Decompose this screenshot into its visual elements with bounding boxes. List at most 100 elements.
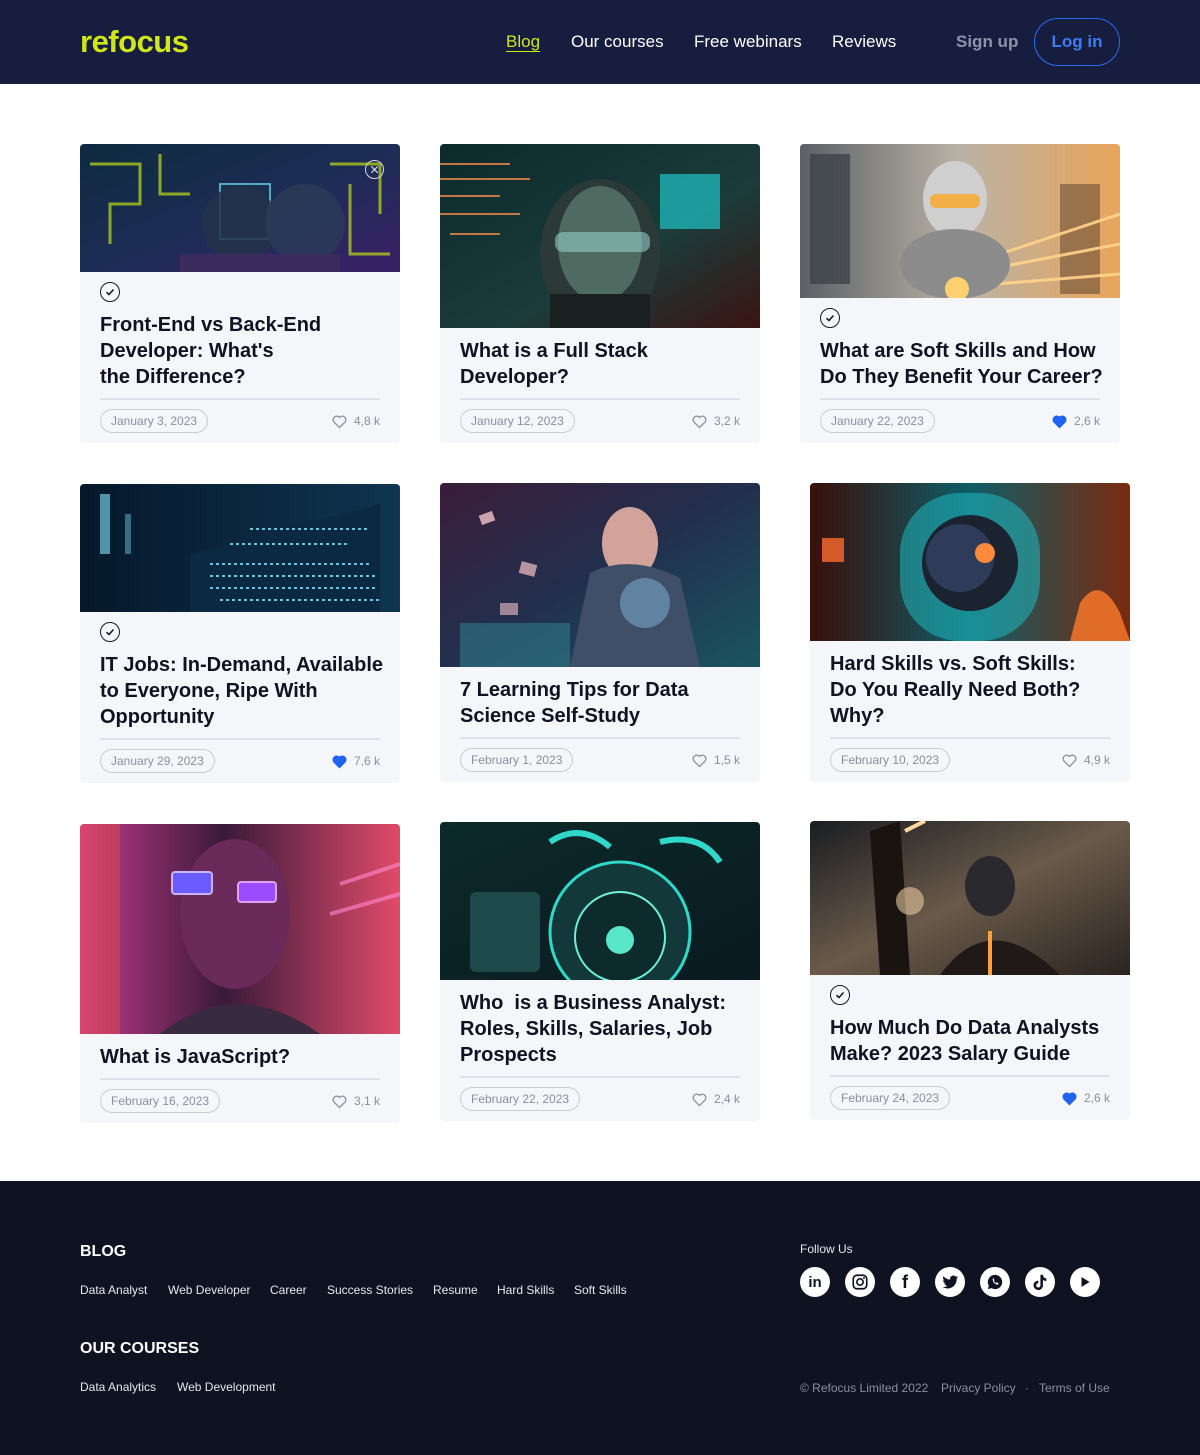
- site-header: refocus Blog Our courses Free webinars R…: [0, 0, 1200, 84]
- date-badge: January 29, 2023: [100, 749, 215, 773]
- article-title[interactable]: IT Jobs: In-Demand, Available to Everyon…: [100, 652, 390, 730]
- article-image: [810, 483, 1130, 641]
- footer-link-data-analytics[interactable]: Data Analytics: [80, 1379, 156, 1395]
- article-card[interactable]: What is a Full Stack Developer? January …: [440, 144, 760, 443]
- heart-outline-icon[interactable]: [691, 1091, 708, 1108]
- facebook-icon[interactable]: f: [890, 1267, 920, 1297]
- article-image: [80, 824, 400, 1034]
- article-image: [440, 144, 760, 328]
- heart-filled-icon[interactable]: [1051, 413, 1068, 430]
- close-icon[interactable]: ✕: [365, 160, 384, 179]
- card-divider: [100, 1078, 380, 1080]
- terms-of-use-link[interactable]: Terms of Use: [1039, 1380, 1110, 1396]
- footer-link-web-developer[interactable]: Web Developer: [168, 1282, 251, 1298]
- whatsapp-icon[interactable]: [980, 1267, 1010, 1297]
- date-badge: January 12, 2023: [460, 409, 575, 433]
- footer-link-hard-skills[interactable]: Hard Skills: [497, 1282, 554, 1298]
- footer-link-data-analyst[interactable]: Data Analyst: [80, 1282, 147, 1298]
- copyright-text: © Refocus Limited 2022: [800, 1381, 929, 1395]
- date-badge: February 10, 2023: [830, 748, 951, 772]
- nav-blog[interactable]: Blog: [506, 31, 540, 53]
- heart-filled-icon[interactable]: [1061, 1090, 1078, 1107]
- read-check-icon: [100, 282, 120, 302]
- heart-outline-icon[interactable]: [691, 413, 708, 430]
- like-counter[interactable]: 4,8 k: [331, 409, 380, 433]
- nav-free-webinars[interactable]: Free webinars: [694, 31, 802, 53]
- card-divider: [820, 398, 1100, 400]
- footer-link-soft-skills[interactable]: Soft Skills: [574, 1282, 627, 1298]
- article-image: [800, 144, 1120, 298]
- follow-us-label: Follow Us: [800, 1242, 853, 1256]
- article-card[interactable]: What are Soft Skills and How Do They Ben…: [800, 144, 1120, 443]
- article-image: [440, 483, 760, 667]
- article-title[interactable]: Front-End vs Back-End Developer: What's …: [100, 312, 390, 390]
- like-counter[interactable]: 3,2 k: [691, 409, 740, 433]
- like-counter[interactable]: 7,6 k: [331, 749, 380, 773]
- site-footer: BLOG Data Analyst Web Developer Career S…: [0, 1181, 1200, 1455]
- article-title[interactable]: Hard Skills vs. Soft Skills: Do You Real…: [830, 651, 1120, 729]
- article-image: [80, 484, 400, 612]
- article-image: [810, 821, 1130, 975]
- article-title[interactable]: 7 Learning Tips for Data Science Self-St…: [460, 677, 750, 729]
- log-in-button[interactable]: Log in: [1034, 18, 1120, 66]
- card-divider: [100, 398, 380, 400]
- card-divider: [830, 737, 1110, 739]
- article-card[interactable]: What is JavaScript? February 16, 2023 3,…: [80, 824, 400, 1123]
- heart-outline-icon[interactable]: [331, 413, 348, 430]
- linkedin-icon[interactable]: in: [800, 1267, 830, 1297]
- refocus-logo[interactable]: refocus: [80, 24, 189, 60]
- article-title[interactable]: What are Soft Skills and How Do They Ben…: [820, 338, 1110, 390]
- heart-outline-icon[interactable]: [1061, 752, 1078, 769]
- article-title[interactable]: What is JavaScript?: [100, 1044, 390, 1070]
- card-divider: [460, 737, 740, 739]
- heart-outline-icon[interactable]: [691, 752, 708, 769]
- read-check-icon: [830, 985, 850, 1005]
- article-card[interactable]: ✕ Front-End vs Back-End Developer: What'…: [80, 144, 400, 443]
- article-card[interactable]: Who is a Business Analyst: Roles, Skills…: [440, 822, 760, 1121]
- nav-our-courses[interactable]: Our courses: [571, 31, 664, 53]
- card-divider: [460, 398, 740, 400]
- date-badge: February 16, 2023: [100, 1089, 221, 1113]
- date-badge: February 24, 2023: [830, 1086, 951, 1110]
- read-check-icon: [100, 622, 120, 642]
- article-title[interactable]: What is a Full Stack Developer?: [460, 338, 750, 390]
- like-counter[interactable]: 1,5 k: [691, 748, 740, 772]
- article-card[interactable]: How Much Do Data Analysts Make? 2023 Sal…: [810, 821, 1130, 1120]
- instagram-icon[interactable]: [845, 1267, 875, 1297]
- article-card[interactable]: IT Jobs: In-Demand, Available to Everyon…: [80, 484, 400, 783]
- like-counter[interactable]: 2,6 k: [1061, 1086, 1110, 1110]
- twitter-icon[interactable]: [935, 1267, 965, 1297]
- heart-outline-icon[interactable]: [331, 1093, 348, 1110]
- like-counter[interactable]: 2,4 k: [691, 1087, 740, 1111]
- footer-courses-heading: OUR COURSES: [80, 1340, 200, 1357]
- read-check-icon: [820, 308, 840, 328]
- footer-separator: ·: [1025, 1381, 1029, 1395]
- privacy-policy-link[interactable]: Privacy Policy: [941, 1380, 1016, 1396]
- nav-reviews[interactable]: Reviews: [832, 31, 896, 53]
- date-badge: February 22, 2023: [460, 1087, 581, 1111]
- card-divider: [460, 1076, 740, 1078]
- footer-link-web-development[interactable]: Web Development: [177, 1379, 276, 1395]
- card-divider: [830, 1075, 1110, 1077]
- date-badge: February 1, 2023: [460, 748, 574, 772]
- article-title[interactable]: Who is a Business Analyst: Roles, Skills…: [460, 990, 750, 1068]
- footer-blog-heading: BLOG: [80, 1243, 127, 1260]
- article-title[interactable]: How Much Do Data Analysts Make? 2023 Sal…: [830, 1015, 1120, 1067]
- card-divider: [100, 738, 380, 740]
- sign-up-link[interactable]: Sign up: [956, 31, 1018, 53]
- article-image: [80, 144, 400, 272]
- youtube-icon[interactable]: [1070, 1267, 1100, 1297]
- footer-link-career[interactable]: Career: [270, 1282, 307, 1298]
- date-badge: January 22, 2023: [820, 409, 935, 433]
- footer-link-success-stories[interactable]: Success Stories: [327, 1282, 413, 1298]
- heart-filled-icon[interactable]: [331, 753, 348, 770]
- like-counter[interactable]: 2,6 k: [1051, 409, 1100, 433]
- like-counter[interactable]: 4,9 k: [1061, 748, 1110, 772]
- like-counter[interactable]: 3,1 k: [331, 1089, 380, 1113]
- article-image: [440, 822, 760, 980]
- article-card[interactable]: Hard Skills vs. Soft Skills: Do You Real…: [810, 483, 1130, 782]
- date-badge: January 3, 2023: [100, 409, 209, 433]
- article-card[interactable]: 7 Learning Tips for Data Science Self-St…: [440, 483, 760, 782]
- footer-link-resume[interactable]: Resume: [433, 1282, 478, 1298]
- tiktok-icon[interactable]: [1025, 1267, 1055, 1297]
